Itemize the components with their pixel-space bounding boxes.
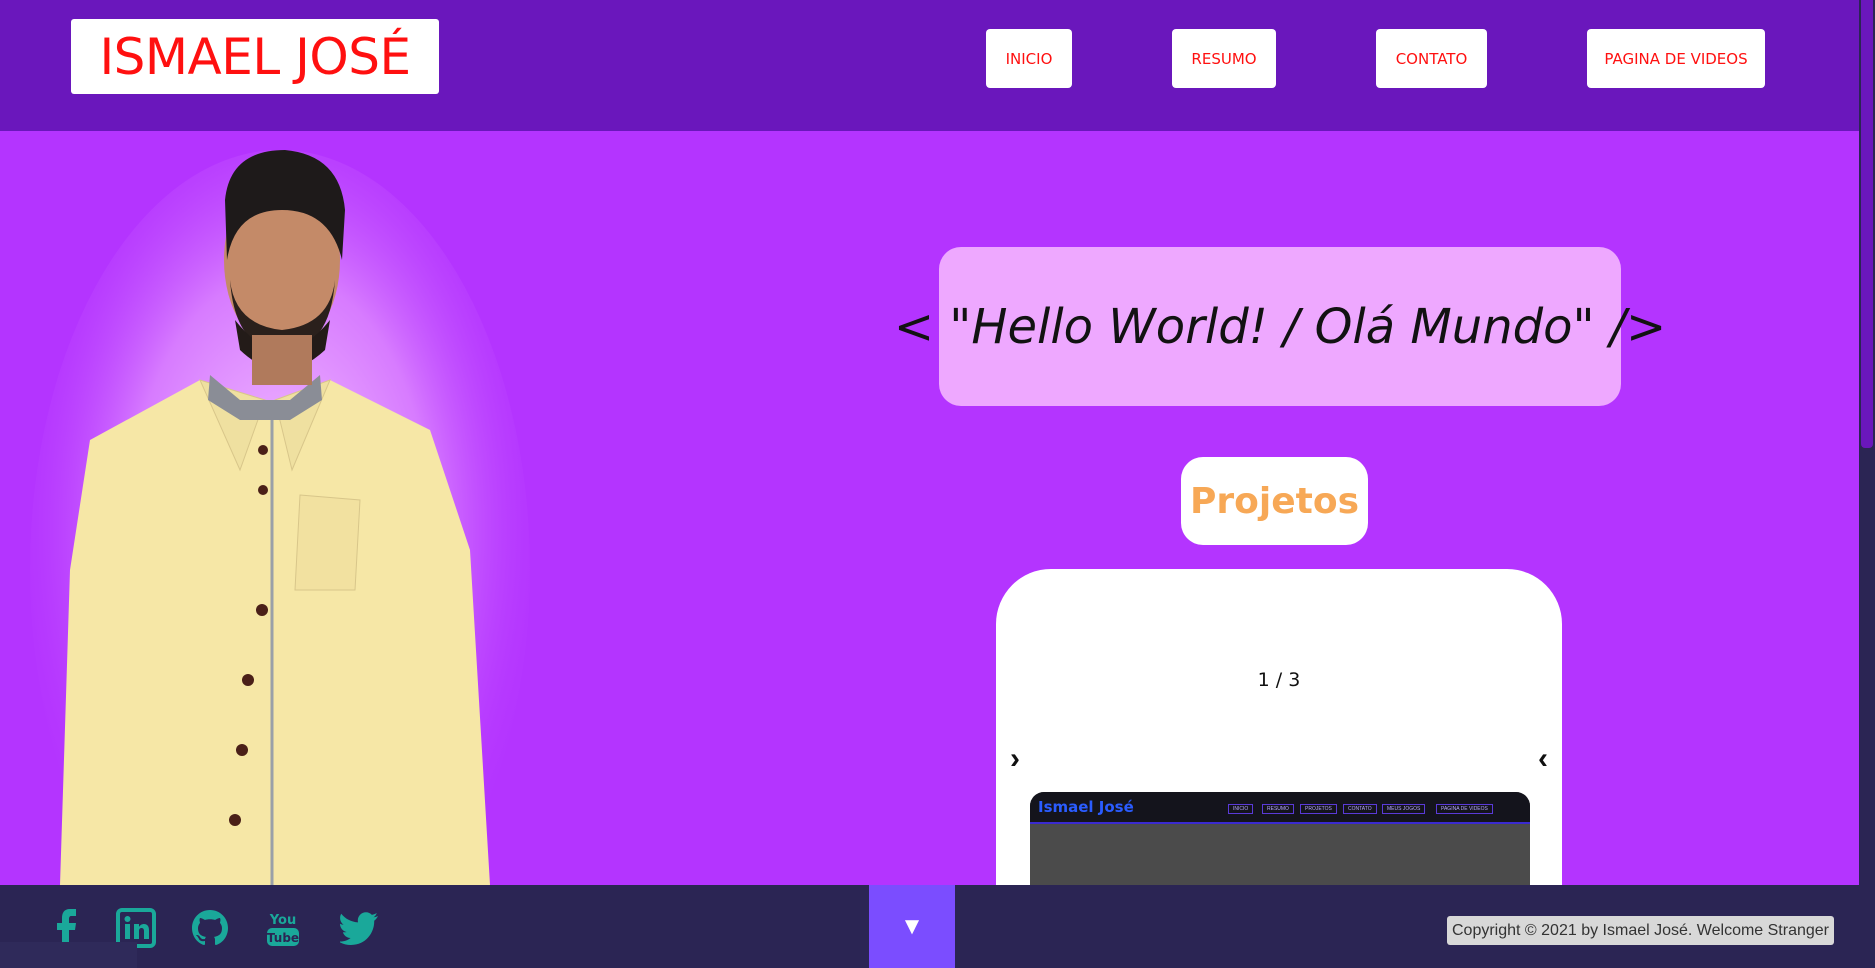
projects-heading: Projetos	[1181, 457, 1368, 545]
twitter-icon[interactable]	[338, 908, 380, 948]
footer-corner-block	[0, 942, 137, 968]
brand-logo[interactable]: ISMAEL JOSÉ	[71, 19, 439, 94]
slide-nav-item: CONTATO	[1343, 804, 1377, 814]
youtube-icon[interactable]: You Tube	[263, 908, 303, 948]
nav-contato-button[interactable]: CONTATO	[1376, 29, 1487, 88]
scroll-down-button[interactable]: ▼	[869, 885, 955, 968]
slide-nav-item: PAGINA DE VIDEOS	[1436, 804, 1493, 814]
github-icon[interactable]	[190, 908, 230, 948]
slide-nav-item: PROJETOS	[1300, 804, 1337, 814]
slider-prev-arrow[interactable]: ›	[1010, 744, 1020, 774]
scrollbar-thumb[interactable]	[1861, 0, 1873, 448]
slide-nav-item: MEUS JOGOS	[1382, 804, 1426, 814]
hello-world-text: < "Hello World! / Olá Mundo" />	[893, 298, 1667, 355]
hello-world-banner: < "Hello World! / Olá Mundo" />	[894, 247, 1666, 406]
profile-photo	[30, 150, 530, 885]
copyright-text: Copyright © 2021 by Ismael José. Welcome…	[1447, 916, 1834, 945]
brand-text: ISMAEL JOSÉ	[99, 27, 411, 86]
nav-resumo-button[interactable]: RESUMO	[1172, 29, 1276, 88]
slide-site-navbar: Ismael José INICIO RESUMO PROJETOS CONTA…	[1030, 792, 1530, 824]
nav-videos-button[interactable]: PAGINA DE VIDEOS	[1587, 29, 1765, 88]
slide-nav-item: RESUMO	[1262, 804, 1294, 814]
slide-counter: 1 / 3	[1257, 669, 1301, 691]
svg-text:Tube: Tube	[267, 931, 299, 945]
slide-site-logo: Ismael José	[1038, 798, 1134, 816]
svg-text:You: You	[269, 913, 296, 928]
slider-next-arrow[interactable]: ‹	[1538, 744, 1548, 774]
slide-nav-item: INICIO	[1228, 804, 1254, 814]
projects-heading-text: Projetos	[1190, 480, 1359, 522]
nav-inicio-button[interactable]: INICIO	[986, 29, 1072, 88]
